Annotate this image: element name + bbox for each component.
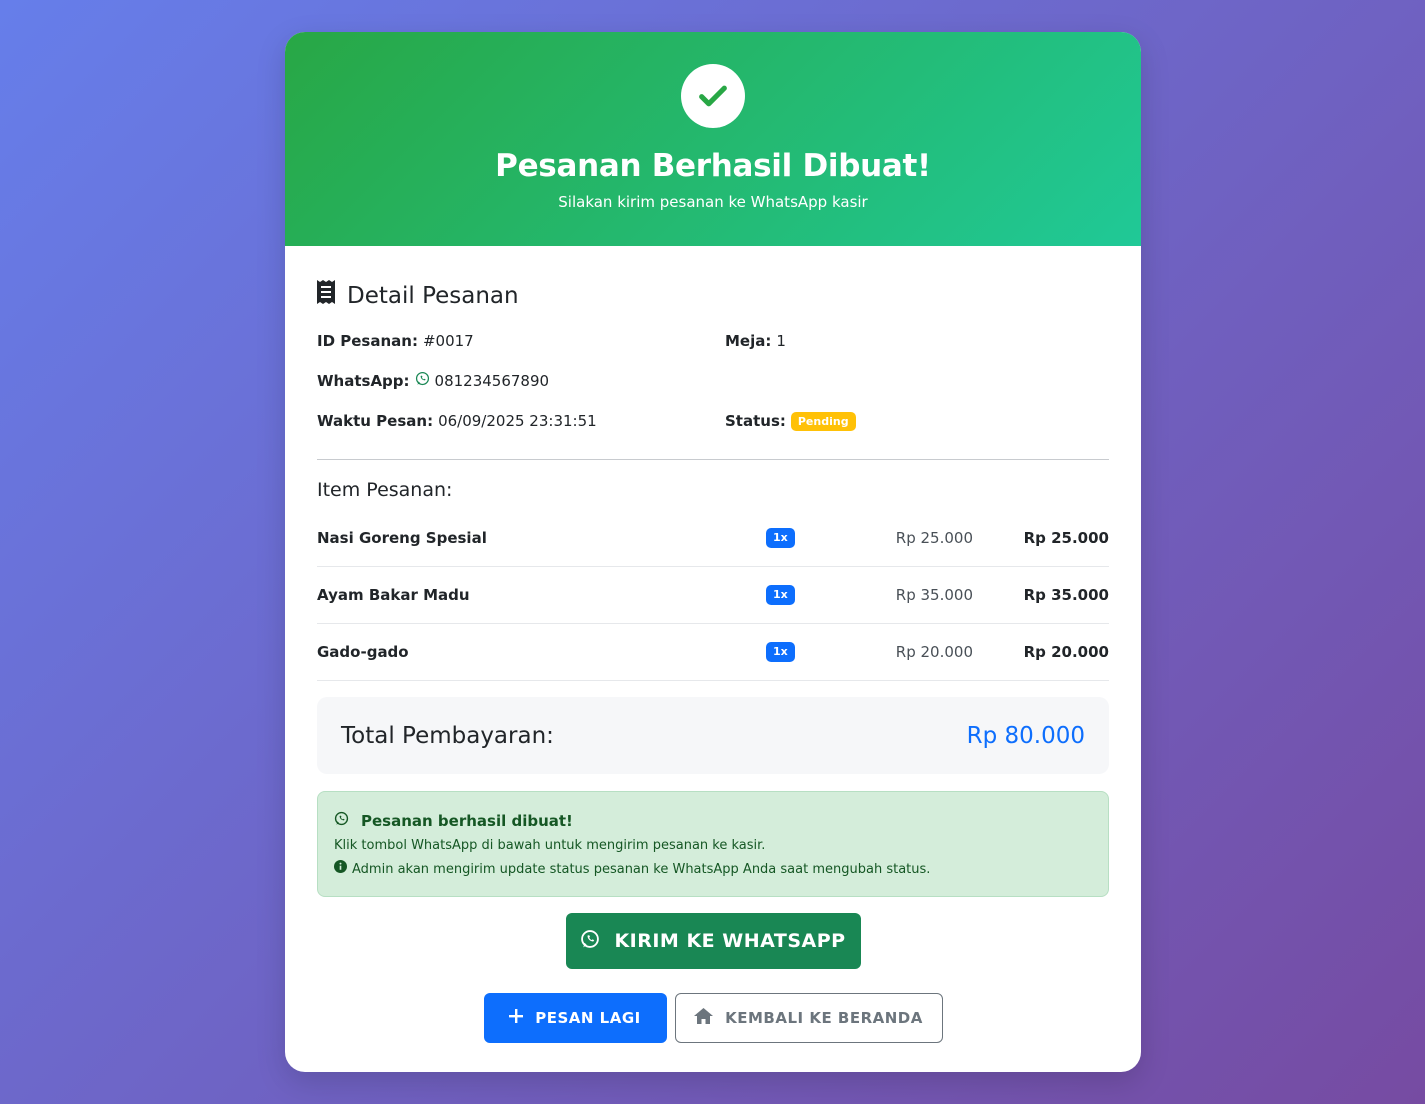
order-id: ID Pesanan: #0017 xyxy=(317,331,474,351)
alert-title: Pesanan berhasil dibuat! xyxy=(361,812,573,830)
qty-badge: 1x xyxy=(766,528,795,548)
alert-heading: Pesanan berhasil dibuat! xyxy=(334,811,1092,831)
qty-badge: 1x xyxy=(766,585,795,605)
item-name: Nasi Goreng Spesial xyxy=(317,529,487,547)
item-name: Ayam Bakar Madu xyxy=(317,586,470,604)
order-id-value: #0017 xyxy=(422,332,474,350)
item-subtotal: Rp 20.000 xyxy=(1023,643,1109,661)
detail-heading: Detail Pesanan xyxy=(317,280,1109,311)
info-icon xyxy=(334,860,347,879)
alert-line-1: Klik tombol WhatsApp di bawah untuk meng… xyxy=(334,836,1092,855)
item-subtotal: Rp 25.000 xyxy=(1023,529,1109,547)
detail-title: Detail Pesanan xyxy=(347,282,519,309)
order-info: ID Pesanan: #0017 Meja: 1 WhatsApp: 0812… xyxy=(317,331,1109,451)
total-box: Total Pembayaran: Rp 80.000 xyxy=(317,697,1109,774)
send-whatsapp-label: KIRIM KE WHATSAPP xyxy=(614,930,846,952)
status-badge: Pending xyxy=(790,411,856,431)
item-subtotal: Rp 35.000 xyxy=(1023,586,1109,604)
table-number: Meja: 1 xyxy=(725,331,786,351)
send-whatsapp-button[interactable]: KIRIM KE WHATSAPP xyxy=(565,913,861,969)
whatsapp-icon xyxy=(580,929,600,954)
item-price: Rp 20.000 xyxy=(895,643,973,661)
order-time: Waktu Pesan: 06/09/2025 23:31:51 xyxy=(317,411,597,431)
order-id-label: ID Pesanan: xyxy=(317,332,418,350)
back-home-label: KEMBALI KE BERANDA xyxy=(725,1009,923,1027)
divider xyxy=(317,459,1109,460)
list-item: Ayam Bakar Madu 1x Rp 35.000 Rp 35.000 xyxy=(317,567,1109,624)
order-success-card: Pesanan Berhasil Dibuat! Silakan kirim p… xyxy=(285,32,1141,1072)
list-item: Nasi Goreng Spesial 1x Rp 25.000 Rp 25.0… xyxy=(317,510,1109,567)
time-value: 06/09/2025 23:31:51 xyxy=(438,412,597,430)
back-home-button[interactable]: KEMBALI KE BERANDA xyxy=(674,993,943,1043)
time-label: Waktu Pesan: xyxy=(317,412,434,430)
item-name: Gado-gado xyxy=(317,643,409,661)
alert-info: Admin akan mengirim update status pesana… xyxy=(352,862,931,877)
order-again-label: PESAN LAGI xyxy=(535,1009,641,1027)
home-icon xyxy=(694,1008,714,1028)
total-label: Total Pembayaran: xyxy=(341,722,554,749)
check-icon xyxy=(681,64,745,128)
plus-icon xyxy=(509,1009,524,1027)
whatsapp-icon xyxy=(334,811,349,831)
order-again-button[interactable]: PESAN LAGI xyxy=(483,993,667,1043)
item-price: Rp 25.000 xyxy=(895,529,973,547)
receipt-icon xyxy=(317,280,335,311)
alert-line-2: Admin akan mengirim update status pesana… xyxy=(334,860,1092,879)
whatsapp-label: WhatsApp: xyxy=(317,372,410,390)
action-buttons: PESAN LAGI KEMBALI KE BERANDA xyxy=(317,993,1109,1043)
whatsapp-value: 081234567890 xyxy=(434,372,550,390)
whatsapp-icon xyxy=(415,371,430,391)
items-heading: Item Pesanan: xyxy=(317,479,453,501)
page-title: Pesanan Berhasil Dibuat! xyxy=(495,148,931,184)
qty-badge: 1x xyxy=(766,642,795,662)
table-value: 1 xyxy=(776,332,786,350)
page-subtitle: Silakan kirim pesanan ke WhatsApp kasir xyxy=(558,193,868,211)
status-label: Status: xyxy=(725,412,786,430)
list-item: Gado-gado 1x Rp 20.000 Rp 20.000 xyxy=(317,624,1109,681)
whatsapp-number: WhatsApp: 081234567890 xyxy=(317,371,549,391)
item-price: Rp 35.000 xyxy=(895,586,973,604)
table-label: Meja: xyxy=(725,332,772,350)
order-status: Status: Pending xyxy=(725,411,856,431)
success-alert: Pesanan berhasil dibuat! Klik tombol Wha… xyxy=(317,791,1109,897)
success-header: Pesanan Berhasil Dibuat! Silakan kirim p… xyxy=(285,32,1141,246)
alert-message: Klik tombol WhatsApp di bawah untuk meng… xyxy=(334,838,766,853)
total-value: Rp 80.000 xyxy=(966,722,1085,749)
item-list: Nasi Goreng Spesial 1x Rp 25.000 Rp 25.0… xyxy=(317,510,1109,681)
